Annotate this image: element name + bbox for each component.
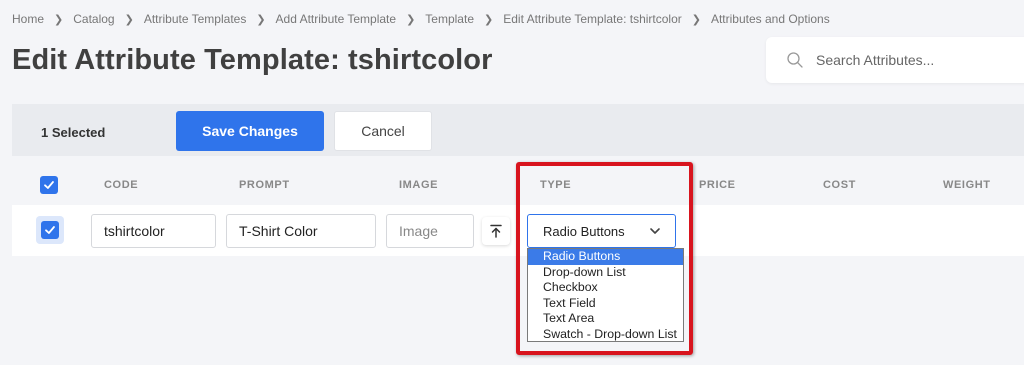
table-header-row: CODE PROMPT IMAGE TYPE PRICE COST WEIGHT [12, 156, 1024, 206]
type-option-dropdown-list[interactable]: Drop-down List [528, 265, 683, 281]
type-option-text-area[interactable]: Text Area [528, 311, 683, 327]
selected-count: 1 Selected [41, 125, 106, 140]
breadcrumb: Home ❯ Catalog ❯ Attribute Templates ❯ A… [12, 12, 830, 26]
search-box[interactable] [766, 37, 1024, 83]
type-dropdown-list: Radio Buttons Drop-down List Checkbox Te… [527, 248, 684, 342]
code-input[interactable]: tshirtcolor [91, 214, 216, 248]
check-icon [44, 181, 54, 189]
breadcrumb-home[interactable]: Home [12, 12, 44, 26]
type-option-text-field[interactable]: Text Field [528, 296, 683, 312]
type-option-radio-buttons[interactable]: Radio Buttons [528, 249, 683, 265]
breadcrumb-separator-icon: ❯ [124, 13, 134, 26]
save-changes-button[interactable]: Save Changes [176, 111, 324, 151]
search-icon [787, 52, 803, 68]
type-option-swatch-dropdown[interactable]: Swatch - Drop-down List [528, 327, 683, 343]
column-header-cost[interactable]: COST [823, 179, 856, 191]
type-select[interactable]: Radio Buttons [527, 214, 676, 248]
search-input[interactable] [816, 52, 1016, 68]
breadcrumb-separator-icon: ❯ [256, 13, 266, 26]
column-header-image: IMAGE [399, 179, 439, 191]
type-select-value: Radio Buttons [543, 223, 625, 239]
table-row: tshirtcolor T-Shirt Color Image Radio Bu… [12, 205, 1024, 256]
type-option-checkbox[interactable]: Checkbox [528, 280, 683, 296]
check-icon [45, 226, 55, 234]
column-header-type[interactable]: TYPE [540, 179, 571, 191]
prompt-input[interactable]: T-Shirt Color [226, 214, 376, 248]
column-header-weight[interactable]: WEIGHT [943, 179, 991, 191]
column-header-prompt[interactable]: PROMPT [239, 179, 290, 191]
page-title: Edit Attribute Template: tshirtcolor [12, 44, 493, 76]
breadcrumb-attributes-options: Attributes and Options [710, 12, 830, 26]
action-bar: 1 Selected Save Changes Cancel [12, 104, 1024, 156]
upload-icon [490, 224, 502, 238]
column-header-price[interactable]: PRICE [699, 179, 736, 191]
cancel-button[interactable]: Cancel [334, 111, 432, 151]
breadcrumb-attribute-templates[interactable]: Attribute Templates [144, 12, 247, 26]
select-all-checkbox[interactable] [40, 176, 58, 194]
breadcrumb-edit-template[interactable]: Edit Attribute Template: tshirtcolor [503, 12, 682, 26]
breadcrumb-catalog[interactable]: Catalog [73, 12, 114, 26]
breadcrumb-add-attribute-template[interactable]: Add Attribute Template [276, 12, 397, 26]
breadcrumb-separator-icon: ❯ [54, 13, 64, 26]
breadcrumb-separator-icon: ❯ [406, 13, 416, 26]
row-checkbox[interactable] [41, 221, 59, 239]
image-input[interactable]: Image [386, 214, 474, 248]
upload-image-button[interactable] [482, 217, 510, 245]
breadcrumb-template[interactable]: Template [425, 12, 474, 26]
breadcrumb-separator-icon: ❯ [484, 13, 494, 26]
column-header-code[interactable]: CODE [104, 179, 138, 191]
chevron-down-icon [650, 228, 660, 234]
row-checkbox-wrapper[interactable] [36, 216, 64, 244]
breadcrumb-separator-icon: ❯ [691, 13, 701, 26]
